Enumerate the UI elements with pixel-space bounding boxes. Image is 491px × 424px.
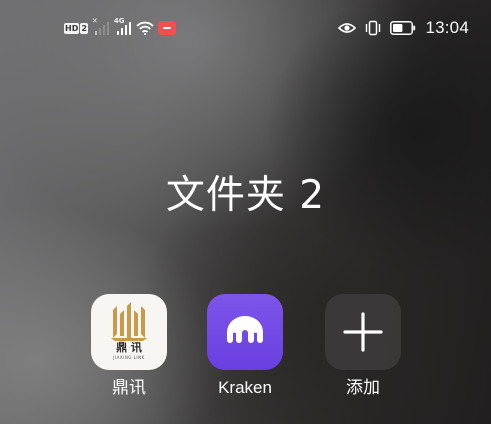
- folder-title[interactable]: 文件夹 2: [0, 172, 491, 220]
- status-time: 13:04: [425, 18, 469, 37]
- kraken-app-icon[interactable]: [207, 294, 283, 370]
- hd-sim-number: 2: [80, 22, 88, 34]
- app-label-dingxun[interactable]: 鼎讯: [81, 378, 177, 398]
- status-bar: HD 2 ✕ 4G 13:04: [0, 0, 491, 54]
- vibrate-icon: [366, 20, 381, 36]
- add-app-button[interactable]: 添加: [315, 294, 411, 398]
- add-app-tile[interactable]: [325, 294, 401, 370]
- hd-2-icon: HD 2: [64, 22, 88, 34]
- recording-icon: [157, 21, 176, 35]
- app-dingxun[interactable]: 鼎 讯 JIAXING LINK 鼎讯: [81, 294, 177, 398]
- app-kraken[interactable]: Kraken: [197, 294, 293, 398]
- app-label-add[interactable]: 添加: [315, 378, 411, 398]
- battery-icon: [390, 21, 416, 35]
- battery-level-fill: [393, 24, 403, 32]
- signal-no-service-icon: ✕: [92, 17, 110, 36]
- dingxun-icon-subtext: JIAXING LINK: [113, 355, 145, 360]
- status-bar-left: HD 2 ✕ 4G: [64, 17, 176, 38]
- app-label-kraken[interactable]: Kraken: [197, 378, 293, 398]
- kraken-logo-mark: [227, 316, 263, 343]
- eye-comfort-icon: [338, 23, 357, 33]
- wifi-icon: [136, 21, 154, 35]
- hd-label: HD: [64, 22, 80, 34]
- signal-4g-icon: 4G: [114, 17, 132, 36]
- plus-icon: [343, 312, 383, 352]
- dingxun-icon-text: 鼎 讯: [116, 341, 142, 354]
- dingxun-app-icon[interactable]: 鼎 讯 JIAXING LINK: [91, 294, 167, 370]
- status-bar-right: 13:04: [338, 17, 469, 39]
